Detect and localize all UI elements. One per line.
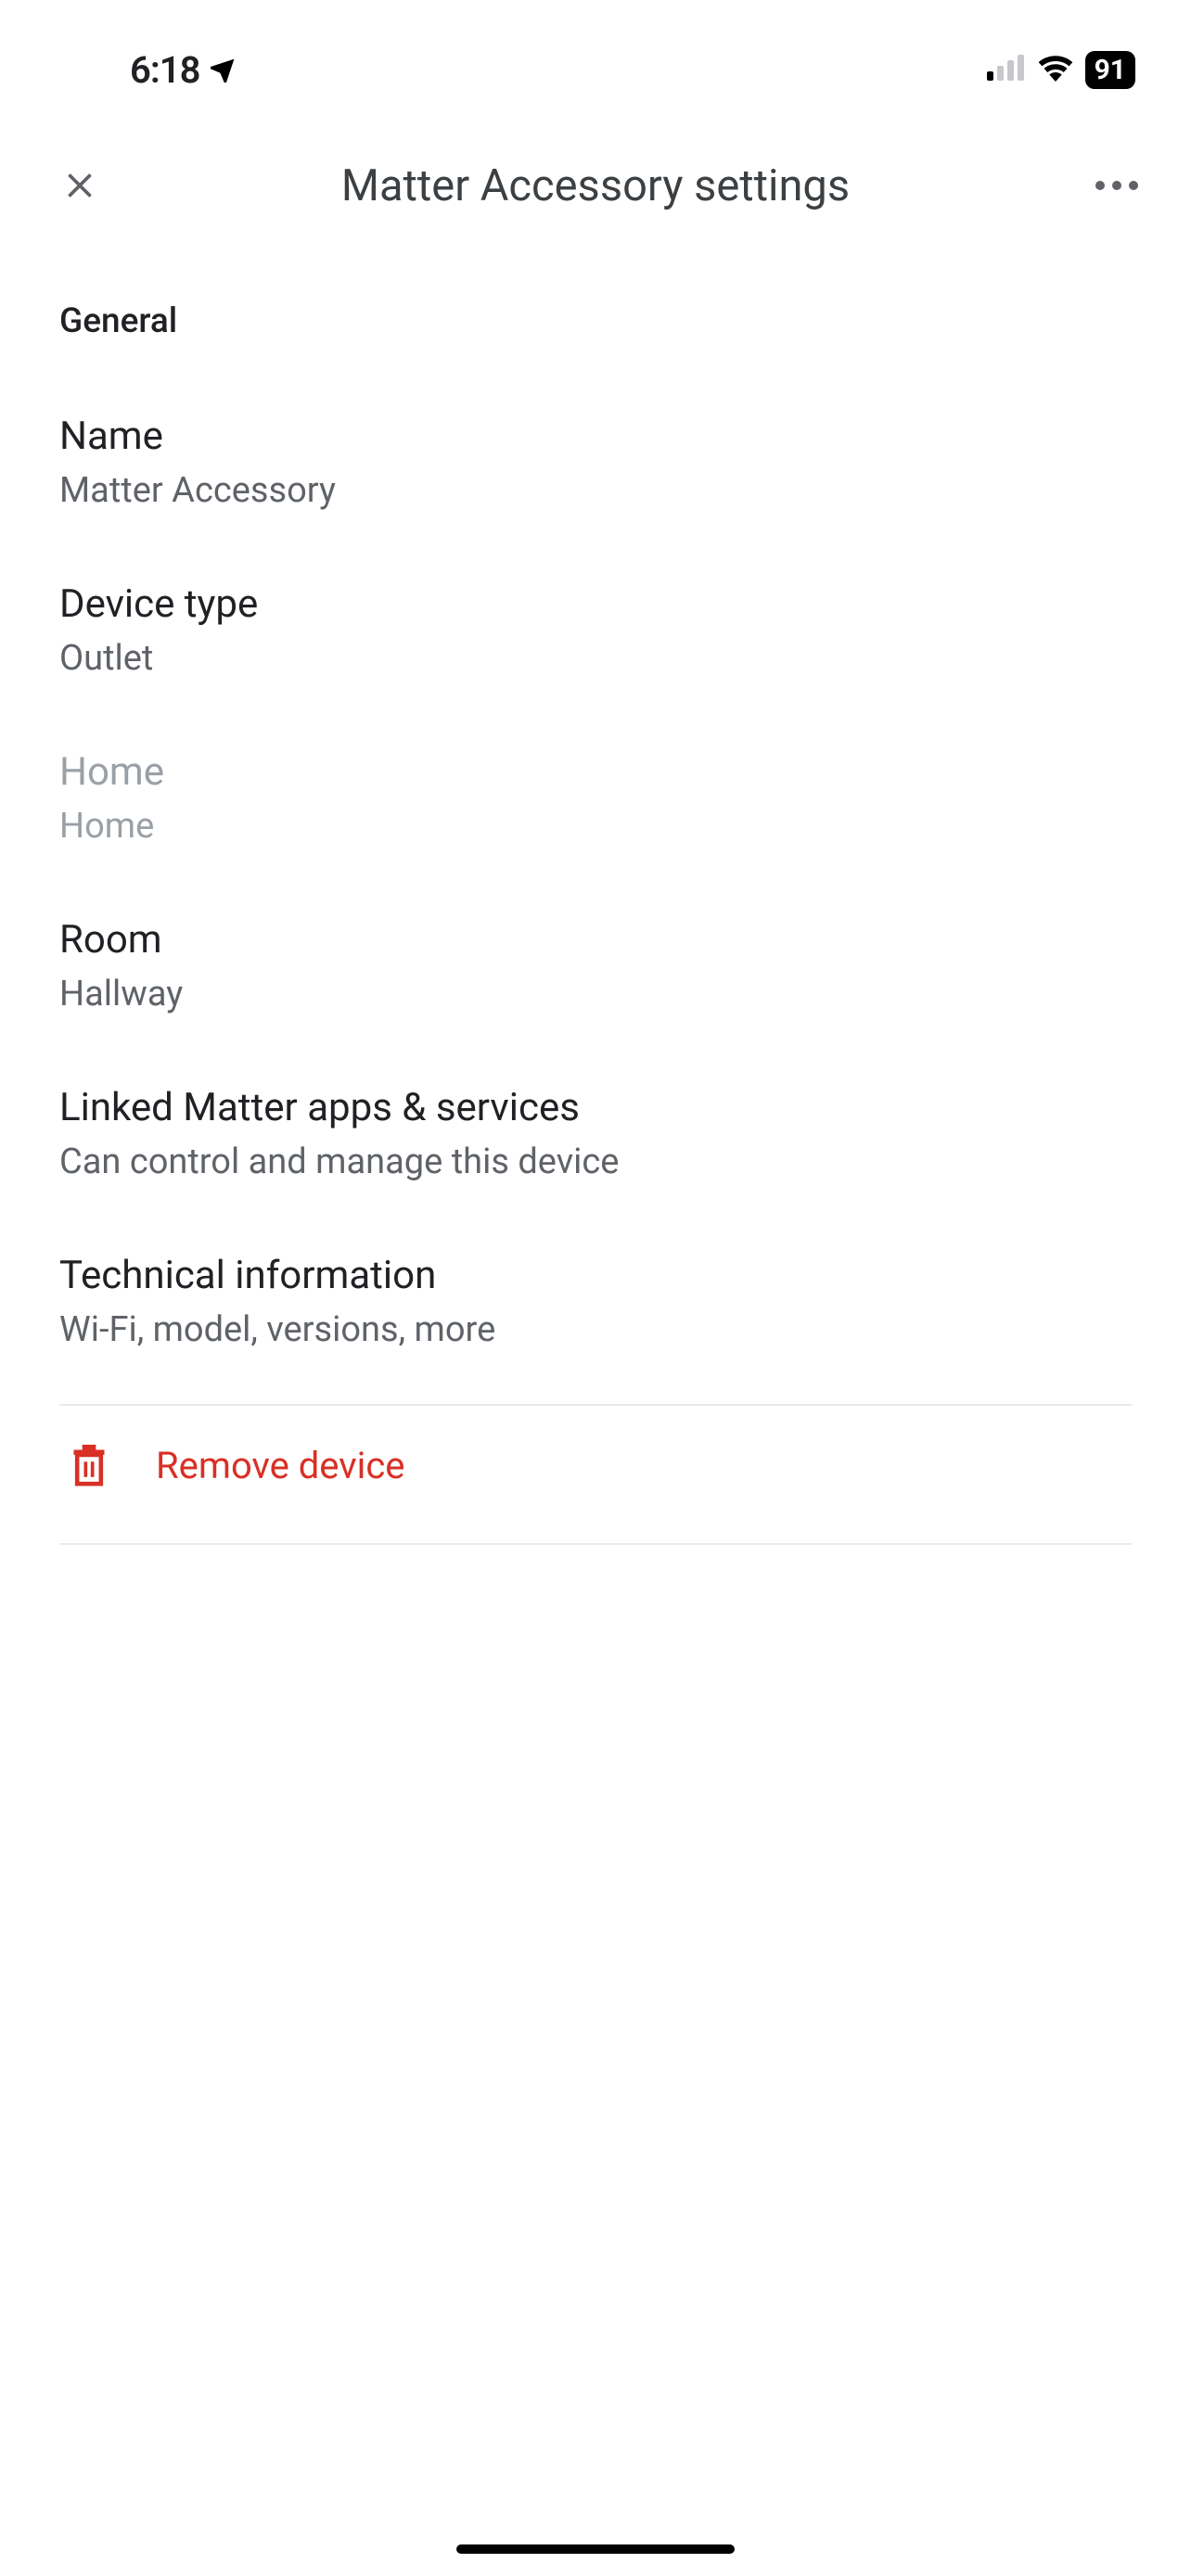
setting-value: Can control and manage this device — [59, 1141, 1132, 1182]
status-bar: 6:18 91 — [0, 0, 1191, 111]
status-left: 6:18 — [130, 48, 240, 92]
wifi-icon — [1037, 54, 1074, 85]
setting-title: Home — [59, 749, 1132, 795]
settings-content: General Name Matter Accessory Device typ… — [0, 241, 1191, 1545]
setting-value: Outlet — [59, 638, 1132, 679]
nav-bar: Matter Accessory settings — [0, 111, 1191, 241]
setting-value: Wi-Fi, model, versions, more — [59, 1309, 1132, 1350]
remove-device-label: Remove device — [156, 1444, 404, 1487]
trash-icon — [69, 1443, 109, 1487]
setting-value: Hallway — [59, 974, 1132, 1014]
section-header-general: General — [59, 241, 1132, 378]
setting-title: Device type — [59, 581, 1132, 627]
setting-title: Linked Matter apps & services — [59, 1085, 1132, 1130]
setting-technical-info[interactable]: Technical information Wi-Fi, model, vers… — [59, 1218, 1132, 1385]
status-right: 91 — [987, 51, 1135, 89]
setting-value: Matter Accessory — [59, 470, 1132, 511]
location-icon — [211, 53, 240, 86]
setting-title: Name — [59, 414, 1132, 459]
setting-value: Home — [59, 806, 1132, 847]
cellular-signal-icon — [987, 55, 1026, 84]
more-options-button[interactable] — [1089, 158, 1145, 213]
more-horizontal-icon — [1095, 180, 1139, 191]
setting-linked-apps[interactable]: Linked Matter apps & services Can contro… — [59, 1050, 1132, 1218]
page-title: Matter Accessory settings — [341, 160, 850, 211]
home-indicator[interactable] — [456, 2544, 735, 2554]
status-time: 6:18 — [130, 48, 199, 92]
close-icon — [59, 165, 100, 206]
setting-device-type[interactable]: Device type Outlet — [59, 546, 1132, 714]
setting-title: Room — [59, 917, 1132, 963]
setting-title: Technical information — [59, 1253, 1132, 1298]
setting-name[interactable]: Name Matter Accessory — [59, 378, 1132, 546]
battery-indicator: 91 — [1085, 51, 1135, 89]
close-button[interactable] — [52, 158, 108, 213]
remove-device-button[interactable]: Remove device — [59, 1406, 1132, 1524]
divider — [59, 1543, 1132, 1545]
setting-room[interactable]: Room Hallway — [59, 882, 1132, 1050]
setting-home: Home Home — [59, 714, 1132, 882]
